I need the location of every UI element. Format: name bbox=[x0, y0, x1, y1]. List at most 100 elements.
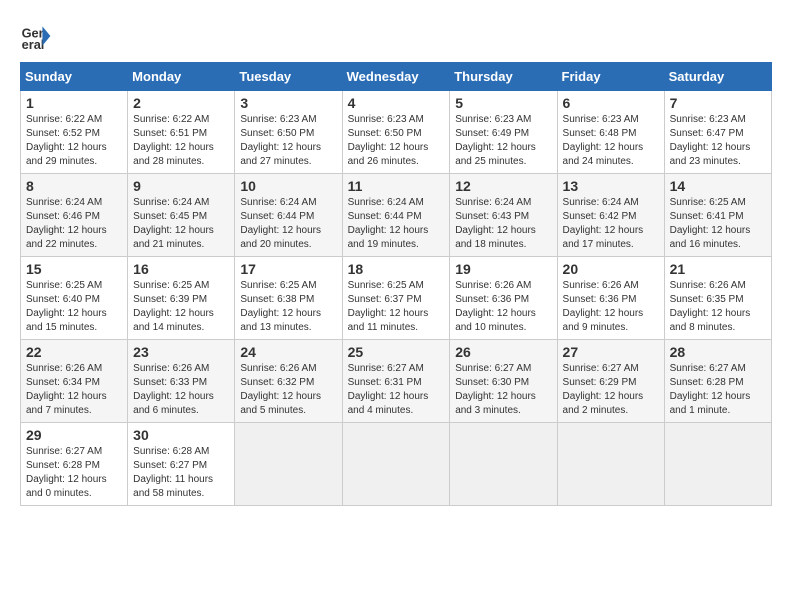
calendar-cell: 21 Sunrise: 6:26 AM Sunset: 6:35 PM Dayl… bbox=[664, 257, 771, 340]
col-header-thursday: Thursday bbox=[450, 63, 557, 91]
page-header: Gen eral bbox=[20, 20, 772, 52]
day-info: Sunrise: 6:28 AM Sunset: 6:27 PM Dayligh… bbox=[133, 445, 229, 501]
calendar-cell: 1 Sunrise: 6:22 AM Sunset: 6:52 PM Dayli… bbox=[21, 91, 128, 174]
day-info: Sunrise: 6:26 AM Sunset: 6:36 PM Dayligh… bbox=[563, 279, 659, 335]
day-info: Sunrise: 6:22 AM Sunset: 6:52 PM Dayligh… bbox=[26, 113, 122, 169]
col-header-saturday: Saturday bbox=[664, 63, 771, 91]
calendar-cell: 20 Sunrise: 6:26 AM Sunset: 6:36 PM Dayl… bbox=[557, 257, 664, 340]
calendar-cell: 5 Sunrise: 6:23 AM Sunset: 6:49 PM Dayli… bbox=[450, 91, 557, 174]
calendar-cell: 28 Sunrise: 6:27 AM Sunset: 6:28 PM Dayl… bbox=[664, 340, 771, 423]
calendar-week-3: 15 Sunrise: 6:25 AM Sunset: 6:40 PM Dayl… bbox=[21, 257, 772, 340]
day-info: Sunrise: 6:25 AM Sunset: 6:40 PM Dayligh… bbox=[26, 279, 122, 335]
day-info: Sunrise: 6:24 AM Sunset: 6:42 PM Dayligh… bbox=[563, 196, 659, 252]
day-info: Sunrise: 6:23 AM Sunset: 6:49 PM Dayligh… bbox=[455, 113, 551, 169]
calendar-cell: 23 Sunrise: 6:26 AM Sunset: 6:33 PM Dayl… bbox=[128, 340, 235, 423]
svg-text:eral: eral bbox=[22, 37, 45, 52]
day-info: Sunrise: 6:24 AM Sunset: 6:46 PM Dayligh… bbox=[26, 196, 122, 252]
day-info: Sunrise: 6:27 AM Sunset: 6:29 PM Dayligh… bbox=[563, 362, 659, 418]
day-number: 1 bbox=[26, 95, 122, 111]
day-number: 17 bbox=[240, 261, 336, 277]
day-number: 6 bbox=[563, 95, 659, 111]
logo: Gen eral bbox=[20, 20, 56, 52]
day-number: 28 bbox=[670, 344, 766, 360]
calendar-week-5: 29 Sunrise: 6:27 AM Sunset: 6:28 PM Dayl… bbox=[21, 423, 772, 506]
day-info: Sunrise: 6:27 AM Sunset: 6:28 PM Dayligh… bbox=[26, 445, 122, 501]
calendar-cell bbox=[450, 423, 557, 506]
day-info: Sunrise: 6:24 AM Sunset: 6:44 PM Dayligh… bbox=[240, 196, 336, 252]
day-number: 29 bbox=[26, 427, 122, 443]
day-info: Sunrise: 6:25 AM Sunset: 6:39 PM Dayligh… bbox=[133, 279, 229, 335]
day-number: 12 bbox=[455, 178, 551, 194]
day-number: 5 bbox=[455, 95, 551, 111]
calendar-cell: 16 Sunrise: 6:25 AM Sunset: 6:39 PM Dayl… bbox=[128, 257, 235, 340]
calendar-cell: 22 Sunrise: 6:26 AM Sunset: 6:34 PM Dayl… bbox=[21, 340, 128, 423]
col-header-monday: Monday bbox=[128, 63, 235, 91]
day-info: Sunrise: 6:26 AM Sunset: 6:34 PM Dayligh… bbox=[26, 362, 122, 418]
day-info: Sunrise: 6:23 AM Sunset: 6:50 PM Dayligh… bbox=[348, 113, 445, 169]
calendar-table: SundayMondayTuesdayWednesdayThursdayFrid… bbox=[20, 62, 772, 506]
day-number: 2 bbox=[133, 95, 229, 111]
calendar-cell: 18 Sunrise: 6:25 AM Sunset: 6:37 PM Dayl… bbox=[342, 257, 450, 340]
day-number: 27 bbox=[563, 344, 659, 360]
day-info: Sunrise: 6:26 AM Sunset: 6:36 PM Dayligh… bbox=[455, 279, 551, 335]
calendar-cell: 14 Sunrise: 6:25 AM Sunset: 6:41 PM Dayl… bbox=[664, 174, 771, 257]
calendar-cell: 10 Sunrise: 6:24 AM Sunset: 6:44 PM Dayl… bbox=[235, 174, 342, 257]
calendar-cell: 9 Sunrise: 6:24 AM Sunset: 6:45 PM Dayli… bbox=[128, 174, 235, 257]
day-info: Sunrise: 6:22 AM Sunset: 6:51 PM Dayligh… bbox=[133, 113, 229, 169]
day-info: Sunrise: 6:27 AM Sunset: 6:31 PM Dayligh… bbox=[348, 362, 445, 418]
calendar-cell: 4 Sunrise: 6:23 AM Sunset: 6:50 PM Dayli… bbox=[342, 91, 450, 174]
day-info: Sunrise: 6:27 AM Sunset: 6:28 PM Dayligh… bbox=[670, 362, 766, 418]
calendar-cell: 19 Sunrise: 6:26 AM Sunset: 6:36 PM Dayl… bbox=[450, 257, 557, 340]
day-info: Sunrise: 6:26 AM Sunset: 6:33 PM Dayligh… bbox=[133, 362, 229, 418]
day-number: 16 bbox=[133, 261, 229, 277]
day-number: 20 bbox=[563, 261, 659, 277]
day-number: 21 bbox=[670, 261, 766, 277]
day-number: 19 bbox=[455, 261, 551, 277]
day-info: Sunrise: 6:23 AM Sunset: 6:50 PM Dayligh… bbox=[240, 113, 336, 169]
day-number: 3 bbox=[240, 95, 336, 111]
day-number: 14 bbox=[670, 178, 766, 194]
day-number: 9 bbox=[133, 178, 229, 194]
day-number: 22 bbox=[26, 344, 122, 360]
calendar-week-2: 8 Sunrise: 6:24 AM Sunset: 6:46 PM Dayli… bbox=[21, 174, 772, 257]
day-info: Sunrise: 6:25 AM Sunset: 6:37 PM Dayligh… bbox=[348, 279, 445, 335]
logo-icon: Gen eral bbox=[20, 20, 52, 52]
calendar-cell: 8 Sunrise: 6:24 AM Sunset: 6:46 PM Dayli… bbox=[21, 174, 128, 257]
day-info: Sunrise: 6:23 AM Sunset: 6:47 PM Dayligh… bbox=[670, 113, 766, 169]
calendar-cell: 17 Sunrise: 6:25 AM Sunset: 6:38 PM Dayl… bbox=[235, 257, 342, 340]
calendar-cell bbox=[342, 423, 450, 506]
day-number: 8 bbox=[26, 178, 122, 194]
day-number: 10 bbox=[240, 178, 336, 194]
calendar-week-1: 1 Sunrise: 6:22 AM Sunset: 6:52 PM Dayli… bbox=[21, 91, 772, 174]
calendar-cell: 6 Sunrise: 6:23 AM Sunset: 6:48 PM Dayli… bbox=[557, 91, 664, 174]
calendar-cell: 24 Sunrise: 6:26 AM Sunset: 6:32 PM Dayl… bbox=[235, 340, 342, 423]
calendar-cell: 15 Sunrise: 6:25 AM Sunset: 6:40 PM Dayl… bbox=[21, 257, 128, 340]
calendar-cell: 12 Sunrise: 6:24 AM Sunset: 6:43 PM Dayl… bbox=[450, 174, 557, 257]
calendar-cell: 13 Sunrise: 6:24 AM Sunset: 6:42 PM Dayl… bbox=[557, 174, 664, 257]
day-number: 11 bbox=[348, 178, 445, 194]
day-info: Sunrise: 6:25 AM Sunset: 6:41 PM Dayligh… bbox=[670, 196, 766, 252]
calendar-cell: 25 Sunrise: 6:27 AM Sunset: 6:31 PM Dayl… bbox=[342, 340, 450, 423]
day-number: 23 bbox=[133, 344, 229, 360]
day-number: 15 bbox=[26, 261, 122, 277]
day-info: Sunrise: 6:25 AM Sunset: 6:38 PM Dayligh… bbox=[240, 279, 336, 335]
calendar-cell bbox=[664, 423, 771, 506]
day-info: Sunrise: 6:24 AM Sunset: 6:43 PM Dayligh… bbox=[455, 196, 551, 252]
day-number: 18 bbox=[348, 261, 445, 277]
day-info: Sunrise: 6:27 AM Sunset: 6:30 PM Dayligh… bbox=[455, 362, 551, 418]
calendar-cell: 3 Sunrise: 6:23 AM Sunset: 6:50 PM Dayli… bbox=[235, 91, 342, 174]
calendar-cell: 30 Sunrise: 6:28 AM Sunset: 6:27 PM Dayl… bbox=[128, 423, 235, 506]
calendar-cell: 2 Sunrise: 6:22 AM Sunset: 6:51 PM Dayli… bbox=[128, 91, 235, 174]
day-info: Sunrise: 6:26 AM Sunset: 6:32 PM Dayligh… bbox=[240, 362, 336, 418]
calendar-cell: 7 Sunrise: 6:23 AM Sunset: 6:47 PM Dayli… bbox=[664, 91, 771, 174]
calendar-cell: 26 Sunrise: 6:27 AM Sunset: 6:30 PM Dayl… bbox=[450, 340, 557, 423]
day-number: 26 bbox=[455, 344, 551, 360]
day-info: Sunrise: 6:23 AM Sunset: 6:48 PM Dayligh… bbox=[563, 113, 659, 169]
calendar-week-4: 22 Sunrise: 6:26 AM Sunset: 6:34 PM Dayl… bbox=[21, 340, 772, 423]
day-number: 30 bbox=[133, 427, 229, 443]
day-number: 24 bbox=[240, 344, 336, 360]
day-number: 7 bbox=[670, 95, 766, 111]
col-header-friday: Friday bbox=[557, 63, 664, 91]
calendar-cell: 27 Sunrise: 6:27 AM Sunset: 6:29 PM Dayl… bbox=[557, 340, 664, 423]
day-number: 25 bbox=[348, 344, 445, 360]
